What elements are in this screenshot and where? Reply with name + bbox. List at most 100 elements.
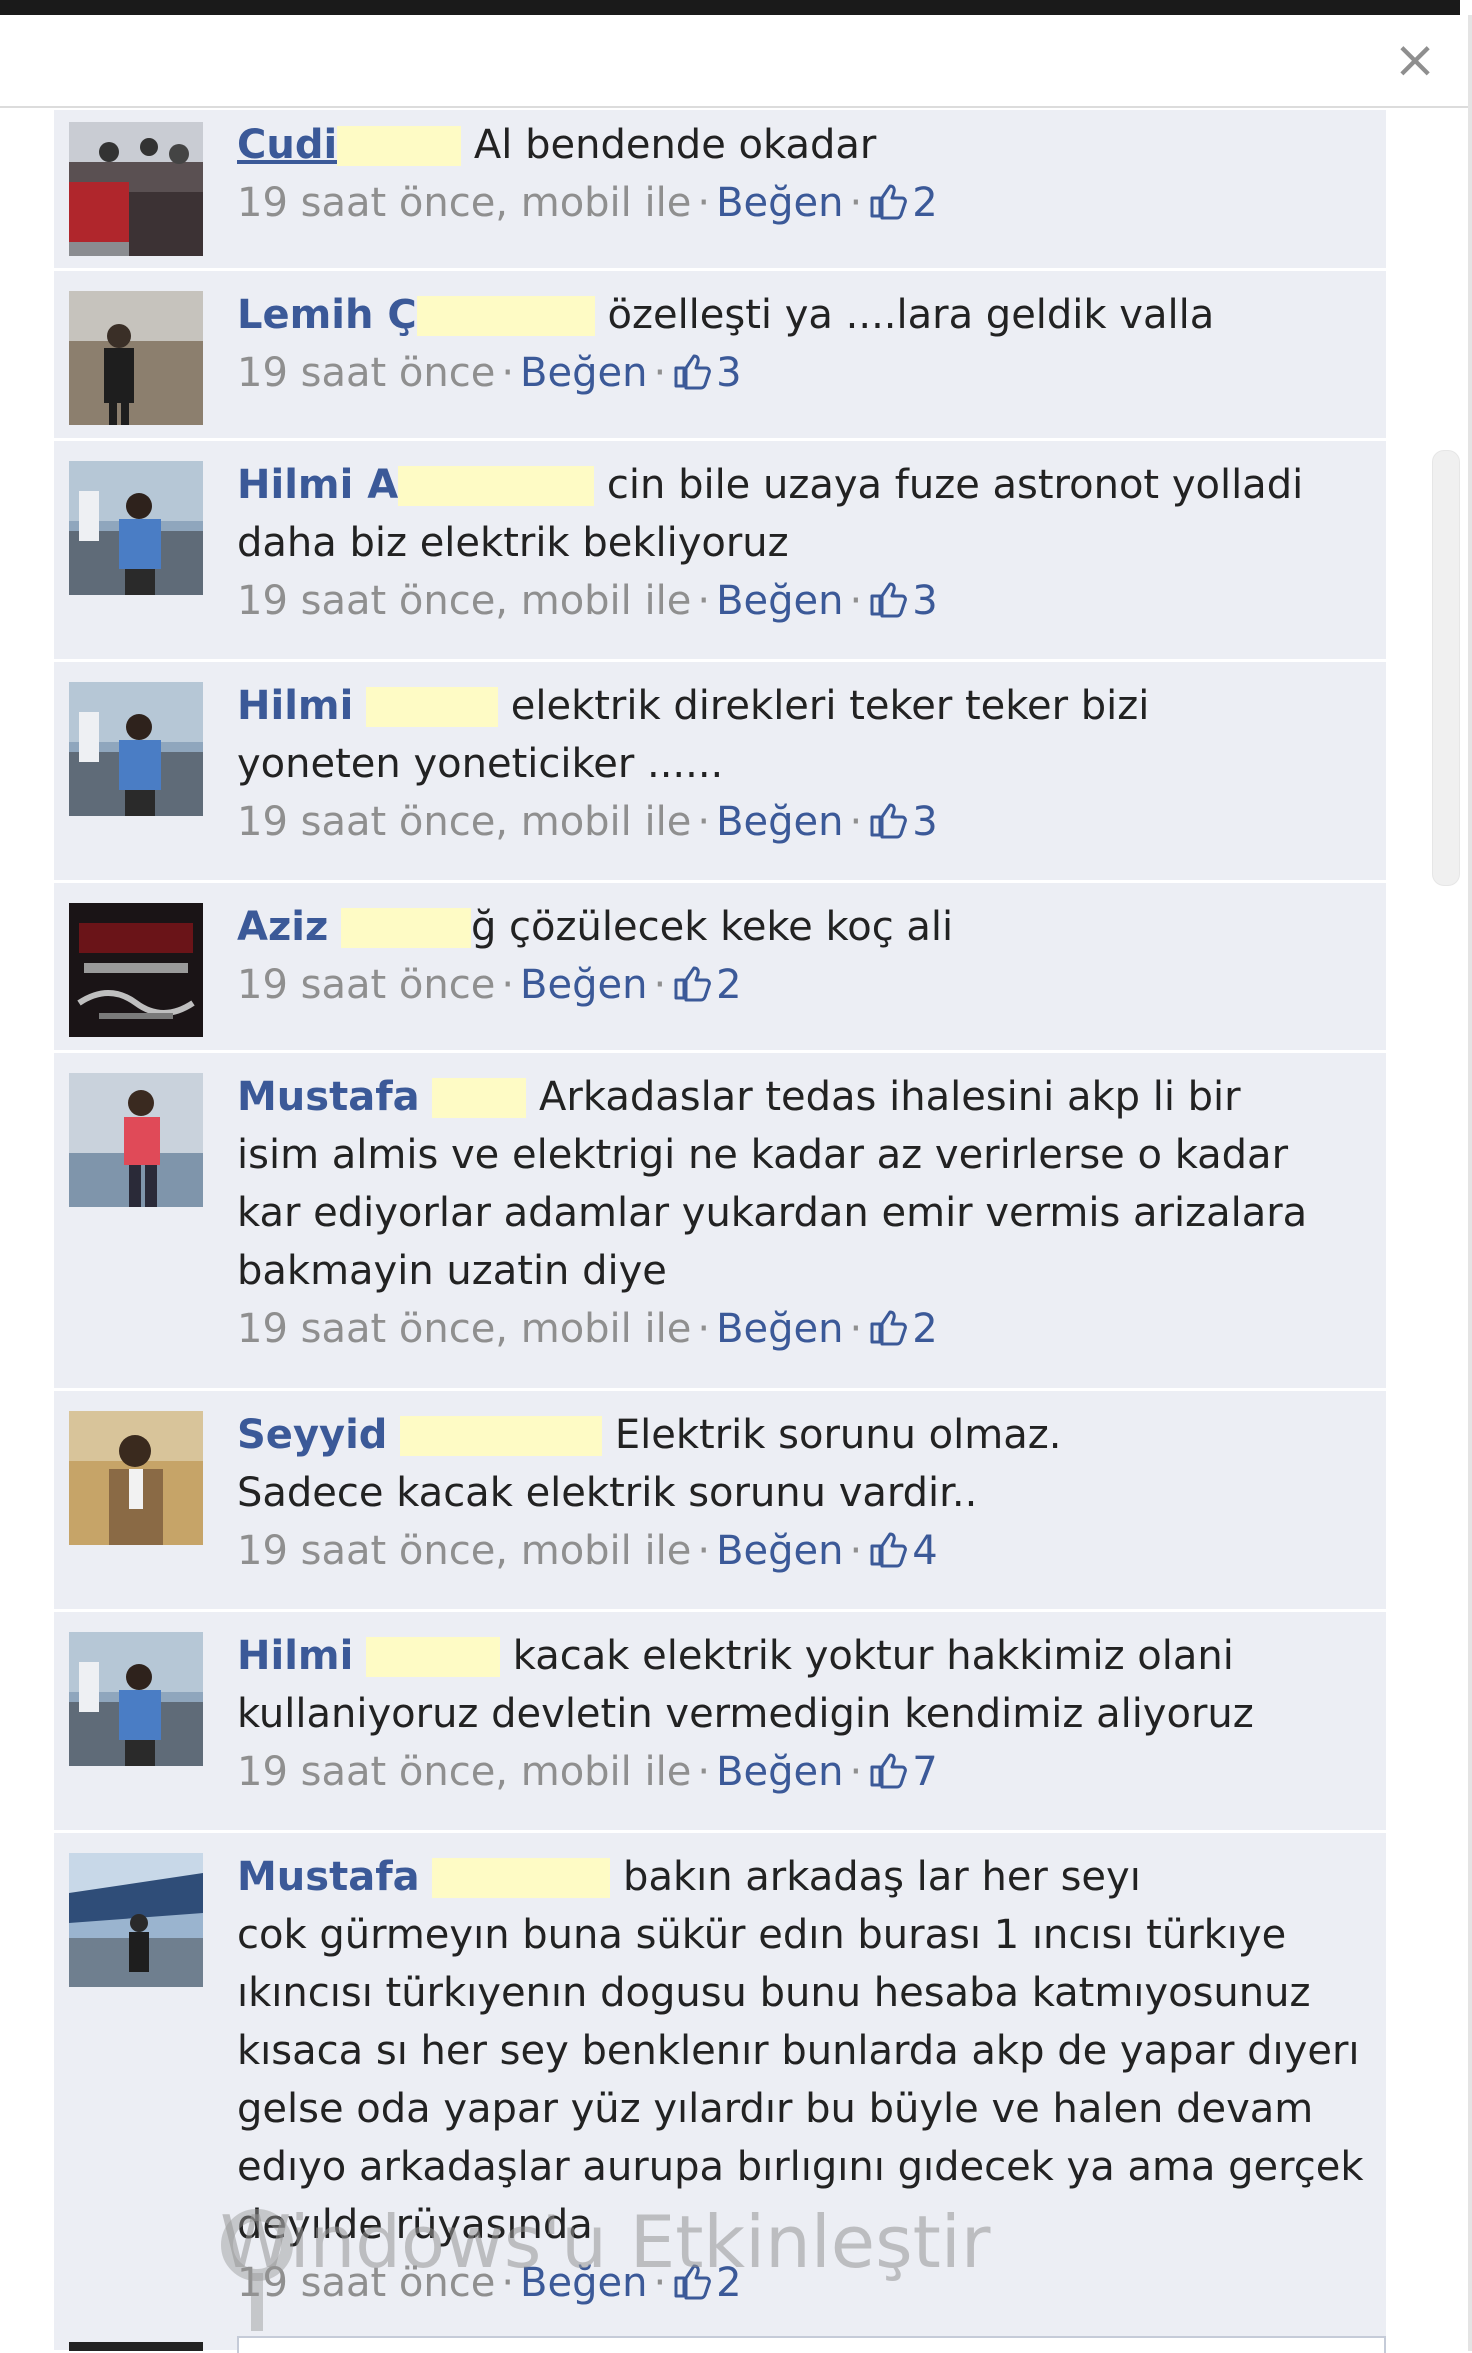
author-link[interactable]: Mustafa (237, 1854, 420, 1900)
like-link[interactable]: Beğen (520, 962, 647, 1008)
comment-meta: 19 saat önce, mobil ile · Beğen · 3 (237, 576, 938, 624)
avatar[interactable] (69, 461, 203, 595)
comment-item: Cudi Al bendende okadar 19 saat önce, mo… (54, 110, 1386, 271)
comment-meta: 19 saat önce, mobil ile · Beğen · 3 (237, 797, 938, 845)
like-count: 2 (716, 2260, 742, 2306)
thumbs-up-icon (868, 1526, 908, 1568)
comment-text-line: yoneten yoneticiker ...... (237, 741, 724, 787)
like-count: 3 (716, 350, 742, 396)
like-link[interactable]: Beğen (716, 1306, 843, 1352)
comment-text-line: gelse oda yapar yüz yılardır bu büyle ve… (237, 2086, 1314, 2132)
thumbs-up-icon (868, 797, 908, 839)
comment-item: Hilmi elektrik direkleri teker teker biz… (54, 662, 1386, 883)
like-link[interactable]: Beğen (716, 180, 843, 226)
dialog-header-divider (0, 106, 1468, 108)
like-link[interactable]: Beğen (520, 350, 647, 396)
window-top-edge (0, 0, 1472, 15)
comment-text: özelleşti ya ....lara geldik valla (607, 292, 1215, 338)
avatar[interactable] (69, 122, 203, 256)
timestamp: 19 saat önce, mobil ile (237, 1528, 692, 1574)
avatar[interactable] (69, 291, 203, 425)
comment-text: Al bendende okadar (473, 122, 877, 168)
comment-text: kacak elektrik yoktur hakkimiz olani (512, 1633, 1234, 1679)
author-link[interactable]: Mustafa (237, 1074, 420, 1120)
redaction (398, 466, 595, 506)
author-link[interactable]: Seyyid (237, 1412, 387, 1458)
redaction (340, 908, 471, 948)
comment-meta: 19 saat önce · Beğen · 3 (237, 348, 742, 396)
avatar[interactable] (69, 682, 203, 816)
like-count: 3 (912, 799, 938, 845)
thumbs-up-icon (672, 2258, 712, 2300)
thumbs-up-icon (868, 1747, 908, 1789)
dialog-right-border (1468, 15, 1472, 2351)
timestamp: 19 saat önce, mobil ile (237, 578, 692, 624)
comment-meta: 19 saat önce, mobil ile · Beğen · 2 (237, 1304, 938, 1352)
comment-item: Hilmi kacak elektrik yoktur hakkimiz ola… (54, 1612, 1386, 1833)
reply-input[interactable] (237, 2336, 1386, 2353)
comment-text-line: Sadece kacak elektrik sorunu vardir.. (237, 1470, 978, 1516)
timestamp: 19 saat önce (237, 350, 496, 396)
like-count: 4 (912, 1528, 938, 1574)
comment-text-line: cok gürmeyın buna sükür edın burası 1 ın… (237, 1912, 1287, 1958)
comment-item: Mustafa Arkadaslar tedas ihalesini akp l… (54, 1053, 1386, 1391)
comment-text-line: kullaniyoruz devletin vermedigin kendimi… (237, 1691, 1254, 1737)
thumbs-up-icon (868, 576, 908, 618)
comment-item: Mustafa bakın arkadaş lar her seyı cok g… (54, 1833, 1386, 2353)
comment-text-line: deyılde rüyasında (237, 2202, 593, 2248)
thumbs-up-icon (868, 178, 908, 220)
like-link[interactable]: Beğen (716, 799, 843, 845)
comment-text: Arkadaslar tedas ihalesini akp li bir (539, 1074, 1241, 1120)
author-link[interactable]: Cudi (237, 122, 337, 168)
avatar[interactable] (69, 1853, 203, 1987)
timestamp: 19 saat önce, mobil ile (237, 799, 692, 845)
like-link[interactable]: Beğen (716, 1749, 843, 1795)
comment-text-line: bakmayin uzatin diye (237, 1248, 667, 1294)
redaction (400, 1416, 603, 1456)
comment-text-line: isim almis ve elektrigi ne kadar az veri… (237, 1132, 1289, 1178)
like-link[interactable]: Beğen (520, 2260, 647, 2306)
like-count: 2 (912, 1306, 938, 1352)
author-link[interactable]: Aziz (237, 904, 328, 950)
like-count: 7 (912, 1749, 938, 1795)
comment-text: cin bile uzaya fuze astronot yolladi (606, 462, 1304, 508)
redaction (366, 1637, 501, 1677)
like-count: 2 (716, 962, 742, 1008)
avatar[interactable] (69, 903, 203, 1037)
comment-meta: 19 saat önce · Beğen · 2 (237, 960, 742, 1008)
comment-text-line: kar ediyorlar adamlar yukardan emir verm… (237, 1190, 1308, 1236)
comment-text-line: edıyo arkadaşlar aurupa bırlıgını gıdece… (237, 2144, 1364, 2190)
timestamp: 19 saat önce, mobil ile (237, 1749, 692, 1795)
like-link[interactable]: Beğen (716, 1528, 843, 1574)
comment-meta: 19 saat önce, mobil ile · Beğen · 7 (237, 1747, 938, 1795)
author-link[interactable]: Hilmi (237, 1633, 353, 1679)
author-link[interactable]: Lemih Ç (237, 292, 417, 338)
comment-meta: 19 saat önce, mobil ile · Beğen · 4 (237, 1526, 938, 1574)
avatar[interactable] (69, 1073, 203, 1207)
like-count: 3 (912, 578, 938, 624)
thumbs-up-icon (672, 960, 712, 1002)
comment-list: Cudi Al bendende okadar 19 saat önce, mo… (54, 110, 1386, 2353)
avatar[interactable] (69, 1632, 203, 1766)
timestamp: 19 saat önce (237, 962, 496, 1008)
comment-text: ğ çözülecek keke koç ali (470, 904, 954, 950)
like-link[interactable]: Beğen (716, 578, 843, 624)
comment-item: Lemih Ç özelleşti ya ....lara geldik val… (54, 271, 1386, 441)
thumbs-up-icon (868, 1304, 908, 1346)
comment-text: elektrik direkleri teker teker bizi (510, 683, 1150, 729)
thumbs-up-icon (672, 348, 712, 390)
close-button[interactable]: × (1390, 30, 1440, 90)
redaction (432, 1078, 527, 1118)
author-link[interactable]: Hilmi A (237, 462, 398, 508)
comment-text: bakın arkadaş lar her seyı (623, 1854, 1141, 1900)
comment-text: Elektrik sorunu olmaz. (614, 1412, 1062, 1458)
redaction (337, 126, 462, 166)
comment-text-line: kısaca sı her sey benklenır bunlarda akp… (237, 2028, 1360, 2074)
comment-meta: 19 saat önce, mobil ile · Beğen · 2 (237, 178, 938, 226)
scrollbar-thumb[interactable] (1432, 450, 1460, 886)
like-count: 2 (912, 180, 938, 226)
avatar[interactable] (69, 1411, 203, 1545)
comment-item: Seyyid Elektrik sorunu olmaz. Sadece kac… (54, 1391, 1386, 1612)
author-link[interactable]: Hilmi (237, 683, 353, 729)
redaction (416, 296, 595, 336)
